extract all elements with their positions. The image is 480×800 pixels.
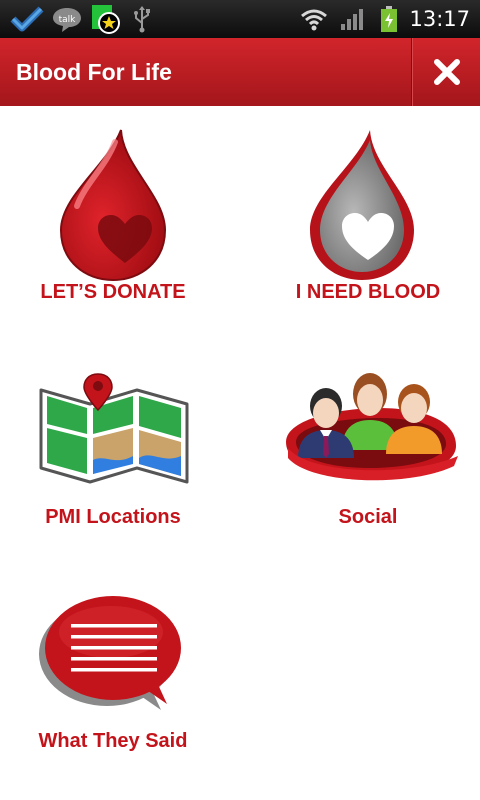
testimonials-button[interactable]: What They Said	[3, 590, 223, 800]
speech-bubble-icon	[39, 596, 181, 710]
battery-icon	[376, 0, 402, 38]
testimonials-label: What They Said	[38, 730, 188, 752]
signal-icon	[338, 0, 366, 38]
donate-button[interactable]: LET’S DONATE	[3, 118, 223, 328]
wifi-icon	[297, 0, 331, 38]
blood-drop-grey-icon	[310, 130, 414, 280]
locations-button[interactable]: PMI Locations	[3, 362, 223, 572]
talk-icon: talk	[50, 0, 84, 38]
social-label: Social	[338, 506, 398, 528]
need-blood-button[interactable]: I NEED BLOOD	[258, 118, 478, 328]
need-blood-label: I NEED BLOOD	[295, 281, 441, 303]
blood-drop-red-icon	[59, 129, 167, 282]
usb-icon	[129, 0, 155, 38]
close-icon	[433, 59, 460, 85]
social-button[interactable]: Social	[258, 362, 478, 572]
clock: 13:17	[409, 7, 470, 31]
map-icon	[39, 373, 189, 484]
people-icon	[286, 373, 458, 481]
status-bar: talk 13:17	[0, 0, 480, 38]
locations-label: PMI Locations	[45, 506, 181, 528]
app-bar: Blood For Life	[0, 38, 480, 106]
foursquare-icon	[8, 0, 46, 38]
svg-text:talk: talk	[59, 15, 77, 25]
close-button[interactable]	[413, 38, 480, 106]
app-title: Blood For Life	[16, 59, 172, 85]
donate-label: LET’S DONATE	[40, 281, 186, 303]
star-notification-icon	[89, 0, 123, 38]
